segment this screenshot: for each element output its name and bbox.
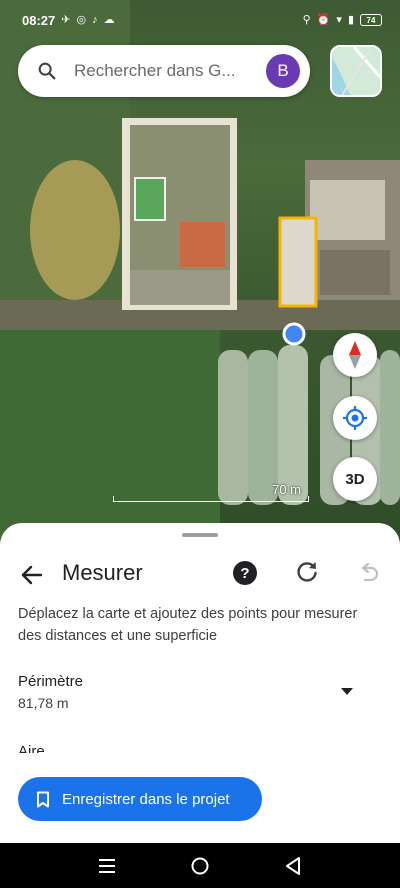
airplane-icon: ✈ xyxy=(61,13,71,26)
map-layers-button[interactable] xyxy=(330,45,382,97)
measure-instructions: Déplacez la carte et ajoutez des points … xyxy=(18,606,358,644)
home-circle-icon xyxy=(191,857,209,874)
sheet-header: Mesurer ? xyxy=(0,553,400,595)
sheet-drag-handle[interactable] xyxy=(182,533,218,537)
3d-view-button[interactable]: 3D xyxy=(333,457,377,501)
perimeter-label: Périmètre xyxy=(18,673,84,690)
back-arrow-icon[interactable] xyxy=(18,561,46,589)
search-input[interactable]: Rechercher dans G... xyxy=(74,61,266,81)
my-location-button[interactable] xyxy=(333,396,377,440)
battery-icon: 74 xyxy=(360,14,382,26)
system-nav-bar xyxy=(0,843,400,888)
perimeter-section: Périmètre 81,78 m xyxy=(18,673,83,711)
compass-button[interactable] xyxy=(333,333,377,377)
signal-icon: ▮ xyxy=(347,13,354,26)
page-title: Mesurer xyxy=(62,560,143,585)
reset-icon[interactable] xyxy=(294,559,320,585)
map-scale: 70 m xyxy=(113,482,309,506)
sheet-footer: Enregistrer dans le projet xyxy=(0,753,400,843)
alarm-icon: ⏰ xyxy=(316,13,331,26)
scale-label: 70 m xyxy=(272,482,301,497)
dropdown-arrow-icon[interactable] xyxy=(340,687,354,697)
search-bar[interactable]: Rechercher dans G... B xyxy=(18,45,310,97)
undo-icon[interactable] xyxy=(356,559,382,585)
avatar[interactable]: B xyxy=(266,54,300,88)
home-button[interactable] xyxy=(188,854,212,878)
cloud-icon: ☁ xyxy=(103,13,115,26)
perimeter-value: 81,78 m xyxy=(18,695,69,711)
wifi-icon: ▾ xyxy=(336,13,342,26)
status-time: 08:27 xyxy=(22,12,56,28)
save-to-project-button[interactable]: Enregistrer dans le projet xyxy=(18,777,262,821)
search-icon xyxy=(38,62,56,80)
tiktok-icon: ♪ xyxy=(92,13,98,26)
back-button[interactable] xyxy=(281,854,305,878)
instagram-icon: ◎ xyxy=(76,13,87,26)
my-location-icon xyxy=(343,406,367,430)
status-bar: 08:27 ✈ ◎ ♪ ☁ ⚲ ⏰ ▾ ▮ 74 xyxy=(0,0,400,40)
save-button-label: Enregistrer dans le projet xyxy=(62,790,230,808)
scale-bar xyxy=(113,496,309,502)
bookmark-icon xyxy=(37,791,49,807)
recent-apps-button[interactable] xyxy=(95,854,119,878)
help-icon[interactable]: ? xyxy=(233,561,257,585)
compass-icon xyxy=(349,341,361,369)
menu-lines-icon xyxy=(98,858,115,873)
location-icon: ⚲ xyxy=(302,13,311,26)
back-triangle-icon xyxy=(286,856,301,875)
map-layer-thumbnail-icon xyxy=(332,47,380,95)
